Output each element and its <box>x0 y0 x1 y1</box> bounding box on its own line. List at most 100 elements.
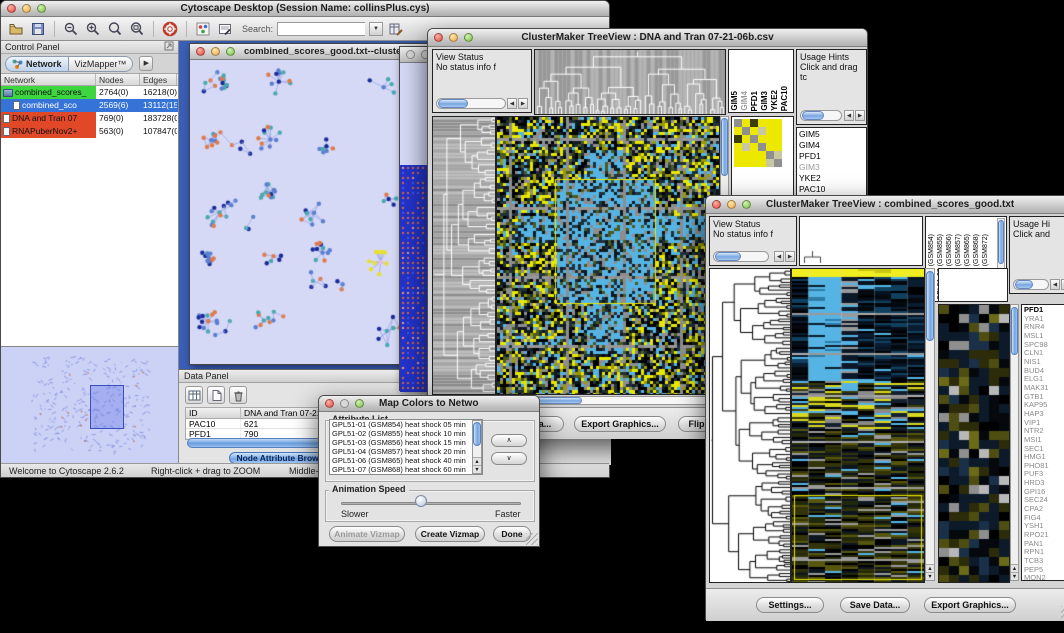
gene-label[interactable]: HRD3 <box>1024 479 1064 488</box>
scroll-down-arrow[interactable]: ▼ <box>1011 572 1018 580</box>
treeview2-titlebar[interactable]: ClusterMaker TreeView : combined_scores_… <box>706 196 1064 214</box>
column-label[interactable]: GIM3 <box>760 91 770 111</box>
close-button[interactable] <box>712 200 721 209</box>
search-input[interactable] <box>277 22 365 36</box>
maximize-button[interactable] <box>742 200 751 209</box>
scroll-up-arrow[interactable]: ▲ <box>1011 564 1018 572</box>
attribute-list-item[interactable]: GPL51-02 (GSM855) heat shock 10 min <box>330 429 482 438</box>
attribute-list-item[interactable]: GPL51-03 (GSM856) heat shock 15 min <box>330 438 482 447</box>
gene-label[interactable]: SEC24 <box>1024 496 1064 505</box>
scroll-right-arrow[interactable]: ▶ <box>518 98 528 109</box>
cytoscape-titlebar[interactable]: Cytoscape Desktop (Session Name: collins… <box>1 1 609 17</box>
scroll-right-arrow[interactable]: ▶ <box>855 110 865 121</box>
hints-scrollbar-thumb[interactable] <box>1015 280 1033 289</box>
maximize-button[interactable] <box>37 4 46 13</box>
gene-label[interactable]: NTR2 <box>1024 427 1064 436</box>
scrollbar-thumb[interactable] <box>1011 307 1018 355</box>
gene-label[interactable]: GTB1 <box>1024 393 1064 402</box>
attribute-browser-icon[interactable] <box>387 20 405 38</box>
animation-speed-slider[interactable] <box>341 502 521 505</box>
column-label[interactable]: PAC10 <box>780 86 790 111</box>
save-icon[interactable] <box>29 20 47 38</box>
close-button[interactable] <box>325 399 334 408</box>
tv2-settings-button[interactable]: Settings... <box>756 597 824 613</box>
tv2-save-data-button[interactable]: Save Data... <box>840 597 910 613</box>
move-up-button[interactable]: ∧ <box>491 434 527 447</box>
column-label[interactable]: YKE2 <box>770 90 780 111</box>
attribute-list-item[interactable]: GPL51-07 (GSM868) heat shock 60 min <box>330 465 482 474</box>
attribute-list-item[interactable]: GPL51-06 (GSM865) heat shock 40 min <box>330 456 482 465</box>
gene-label[interactable]: RPN1 <box>1024 548 1064 557</box>
gene-label[interactable]: HAP3 <box>1024 410 1064 419</box>
help-lifering-icon[interactable] <box>161 20 179 38</box>
gene-label[interactable]: PAN1 <box>1024 540 1064 549</box>
status-scrollbar[interactable] <box>436 98 506 109</box>
similarity-matrix[interactable] <box>734 119 782 167</box>
gene-label[interactable]: SEC1 <box>1024 445 1064 454</box>
gene-label[interactable]: CPA2 <box>1024 505 1064 514</box>
status-scrollbar-thumb[interactable] <box>438 99 468 108</box>
annotation-icon[interactable] <box>216 20 234 38</box>
network-overview-panel[interactable] <box>1 346 178 465</box>
new-attribute-icon[interactable] <box>207 386 225 404</box>
zoom-heatmap-canvas[interactable] <box>938 304 1010 583</box>
gene-label[interactable]: YSH1 <box>1024 522 1064 531</box>
gene-label[interactable]: MSI1 <box>1024 436 1064 445</box>
attribute-list-scrollbar[interactable]: ▲ ▼ <box>472 420 482 474</box>
hints-scrollbar[interactable] <box>1013 279 1049 290</box>
gene-label[interactable]: ELG1 <box>1024 375 1064 384</box>
gene-label[interactable]: MSL1 <box>1024 332 1064 341</box>
scroll-left-arrow[interactable]: ◀ <box>774 251 784 262</box>
column-label[interactable]: GIM5 <box>730 91 740 111</box>
tab-overflow-arrow[interactable]: ▶ <box>139 56 153 71</box>
scrollbar-thumb[interactable] <box>473 422 481 446</box>
minimize-button[interactable] <box>727 200 736 209</box>
slider-thumb[interactable] <box>415 495 427 507</box>
gene-label[interactable]: GIM3 <box>799 162 864 173</box>
float-panel-icon[interactable] <box>164 41 174 53</box>
column-dendrogram-canvas[interactable] <box>800 217 922 265</box>
tv2-export-graphics-button[interactable]: Export Graphics... <box>924 597 1016 613</box>
close-button[interactable] <box>7 4 16 13</box>
network-list-row[interactable]: combined_scores_2764(0)16218(0) <box>1 86 178 99</box>
scroll-left-arrow[interactable]: ◀ <box>1050 279 1060 290</box>
attribute-list-item[interactable]: GPL51-04 (GSM857) heat shock 20 min <box>330 447 482 456</box>
row-dendrogram-canvas[interactable] <box>709 268 791 583</box>
gene-label[interactable]: CLN1 <box>1024 349 1064 358</box>
open-file-icon[interactable] <box>7 20 25 38</box>
gene-label[interactable]: BUD4 <box>1024 367 1064 376</box>
scroll-right-arrow[interactable]: ▶ <box>785 251 795 262</box>
gene-label[interactable]: YKE2 <box>799 173 864 184</box>
gene-label[interactable]: PEP5 <box>1024 566 1064 575</box>
zoom-vertical-scrollbar[interactable]: ▲ ▼ <box>1010 304 1019 581</box>
tab-vizmapper[interactable]: VizMapper™ <box>69 56 134 72</box>
maximize-button[interactable] <box>226 47 235 56</box>
search-dropdown-icon[interactable]: ▼ <box>369 22 383 36</box>
column-label[interactable]: GIM4 <box>740 91 750 111</box>
gene-label[interactable]: KAP95 <box>1024 401 1064 410</box>
gene-label[interactable]: GPI16 <box>1024 488 1064 497</box>
scrollbar-thumb[interactable] <box>721 118 728 176</box>
row-dendrogram-canvas[interactable] <box>432 116 496 395</box>
gene-label[interactable]: PHO81 <box>1024 462 1064 471</box>
gene-label[interactable]: HMG1 <box>1024 453 1064 462</box>
hints-scrollbar[interactable] <box>800 110 842 121</box>
delete-attribute-icon[interactable] <box>229 386 247 404</box>
heatmap-vertical-scrollbar[interactable]: ▲ ▼ <box>925 268 935 581</box>
attribute-select-icon[interactable] <box>185 386 203 404</box>
gene-label[interactable]: TCB3 <box>1024 557 1064 566</box>
column-dendrogram-canvas[interactable] <box>534 49 726 115</box>
zoom-in-icon[interactable] <box>84 20 102 38</box>
scroll-left-arrow[interactable]: ◀ <box>844 110 854 121</box>
hints-scrollbar-thumb[interactable] <box>802 111 824 120</box>
gene-label[interactable]: NIS1 <box>1024 358 1064 367</box>
scroll-down-arrow[interactable]: ▼ <box>473 465 481 473</box>
gene-label[interactable]: MAK31 <box>1024 384 1064 393</box>
dialog-titlebar[interactable]: Map Colors to Network <box>319 396 539 412</box>
gene-label[interactable]: PUF3 <box>1024 470 1064 479</box>
minimize-button[interactable] <box>211 47 220 56</box>
close-button[interactable] <box>406 50 415 59</box>
heatmap-canvas[interactable] <box>791 268 925 583</box>
treeview1-titlebar[interactable]: ClusterMaker TreeView : DNA and Tran 07-… <box>428 29 867 47</box>
status-scrollbar-thumb[interactable] <box>715 252 741 261</box>
